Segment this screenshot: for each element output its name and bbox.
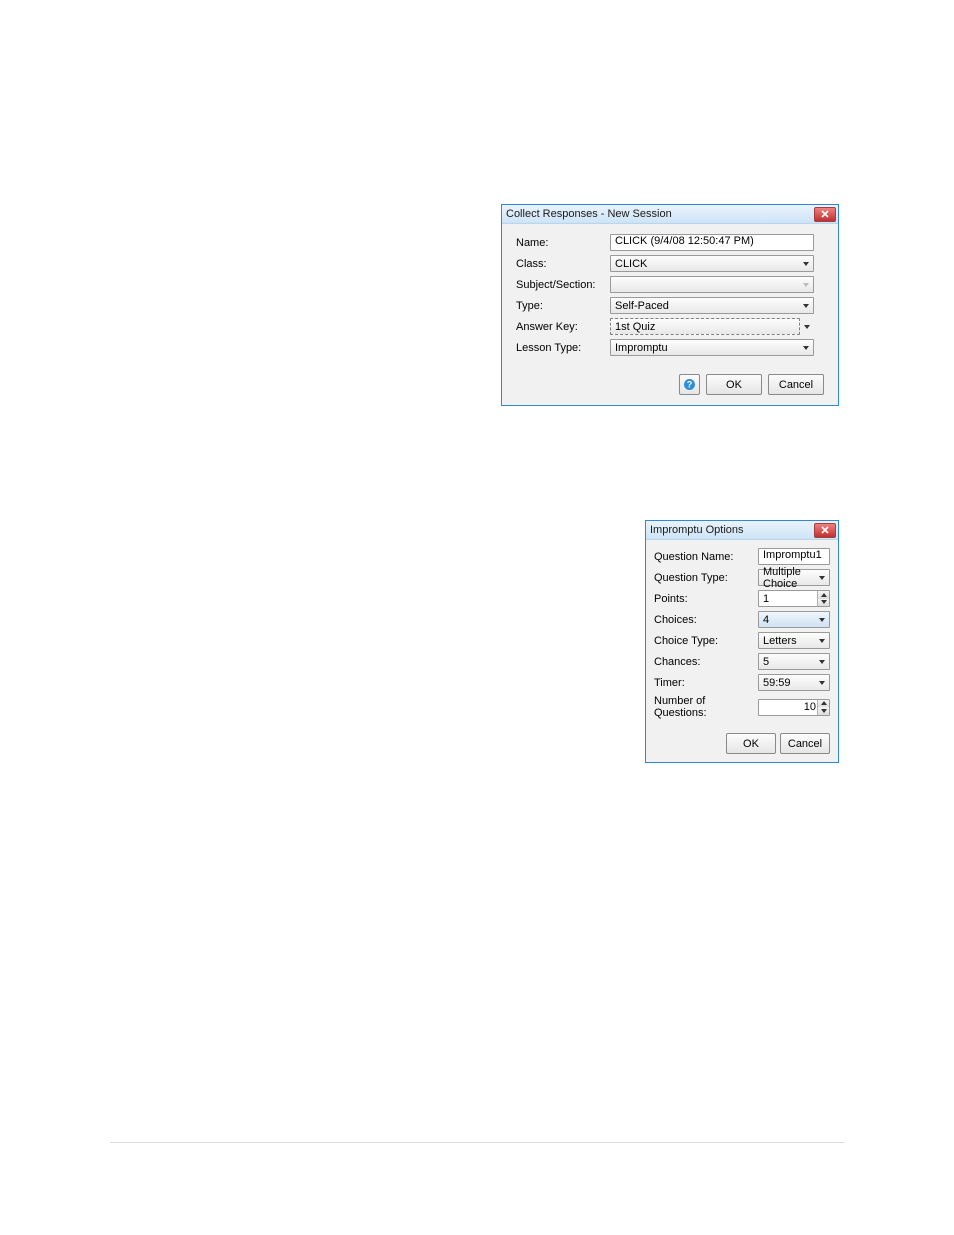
- type-select[interactable]: Self-Paced: [610, 297, 814, 314]
- chevron-down-icon: [818, 679, 826, 687]
- name-input[interactable]: CLICK (9/4/08 12:50:47 PM): [610, 234, 814, 251]
- dialog-button-bar: OK Cancel: [654, 723, 830, 754]
- class-select[interactable]: CLICK: [610, 255, 814, 272]
- spinner-down[interactable]: [818, 707, 829, 715]
- row-name: Name: CLICK (9/4/08 12:50:47 PM): [516, 234, 824, 251]
- row-lessontype: Lesson Type: Impromptu: [516, 339, 824, 356]
- chances-value: 5: [763, 656, 769, 668]
- chevron-down-icon: [818, 637, 826, 645]
- help-icon: ?: [683, 378, 696, 391]
- chevron-down-icon: [818, 574, 826, 582]
- row-qname: Question Name: Impromptu1: [654, 548, 830, 565]
- qname-value: Impromptu1: [763, 549, 822, 561]
- spinner-up[interactable]: [818, 700, 829, 708]
- label-lessontype: Lesson Type:: [516, 342, 610, 354]
- impromptu-options-dialog: Impromptu Options Question Name: Impromp…: [645, 520, 839, 763]
- row-subject: Subject/Section:: [516, 276, 824, 293]
- close-icon: [821, 526, 829, 534]
- label-answerkey: Answer Key:: [516, 321, 610, 333]
- ok-button[interactable]: OK: [706, 374, 762, 395]
- qtype-value: Multiple Choice: [763, 566, 825, 590]
- row-choices: Choices: 4: [654, 611, 830, 628]
- choices-select[interactable]: 4: [758, 611, 830, 628]
- spinner-buttons[interactable]: [817, 591, 829, 606]
- lessontype-select[interactable]: Impromptu: [610, 339, 814, 356]
- row-choicetype: Choice Type: Letters: [654, 632, 830, 649]
- row-chances: Chances: 5: [654, 653, 830, 670]
- cancel-button[interactable]: Cancel: [780, 733, 830, 754]
- class-value: CLICK: [615, 258, 647, 270]
- choicetype-select[interactable]: Letters: [758, 632, 830, 649]
- spinner-buttons[interactable]: [817, 700, 829, 715]
- help-button[interactable]: ?: [679, 374, 700, 395]
- lessontype-value: Impromptu: [615, 342, 668, 354]
- spinner-up[interactable]: [818, 591, 829, 599]
- chevron-down-icon: [802, 281, 810, 289]
- page-divider: [110, 1142, 844, 1143]
- dialog-title: Impromptu Options: [650, 524, 814, 536]
- row-numq: Number of Questions: 10: [654, 695, 830, 719]
- close-icon: [821, 210, 829, 218]
- row-answerkey: Answer Key: 1st Quiz: [516, 318, 824, 335]
- label-chances: Chances:: [654, 656, 758, 668]
- type-value: Self-Paced: [615, 300, 669, 312]
- timer-value: 59:59: [763, 677, 791, 689]
- row-class: Class: CLICK: [516, 255, 824, 272]
- choices-value: 4: [763, 614, 769, 626]
- timer-select[interactable]: 59:59: [758, 674, 830, 691]
- label-class: Class:: [516, 258, 610, 270]
- collect-responses-dialog: Collect Responses - New Session Name: CL…: [501, 204, 839, 406]
- chevron-down-icon: [802, 302, 810, 310]
- choicetype-value: Letters: [763, 635, 797, 647]
- chevron-down-icon: [818, 658, 826, 666]
- answerkey-value: 1st Quiz: [615, 321, 655, 333]
- label-choicetype: Choice Type:: [654, 635, 758, 647]
- label-timer: Timer:: [654, 677, 758, 689]
- row-qtype: Question Type: Multiple Choice: [654, 569, 830, 586]
- spinner-down[interactable]: [818, 599, 829, 607]
- answerkey-button[interactable]: 1st Quiz: [610, 318, 800, 335]
- dialog-button-bar: ? OK Cancel: [516, 360, 824, 395]
- numq-value: 10: [763, 701, 817, 713]
- ok-button[interactable]: OK: [726, 733, 776, 754]
- label-choices: Choices:: [654, 614, 758, 626]
- numq-spinner[interactable]: 10: [758, 699, 830, 716]
- label-numq: Number of Questions:: [654, 695, 758, 719]
- svg-text:?: ?: [687, 380, 693, 390]
- chances-select[interactable]: 5: [758, 653, 830, 670]
- name-value: CLICK (9/4/08 12:50:47 PM): [615, 235, 754, 247]
- label-qname: Question Name:: [654, 551, 758, 563]
- qname-input[interactable]: Impromptu1: [758, 548, 830, 565]
- chevron-down-icon: [802, 260, 810, 268]
- dialog-titlebar: Impromptu Options: [646, 521, 838, 540]
- chevron-down-icon: [818, 616, 826, 624]
- row-type: Type: Self-Paced: [516, 297, 824, 314]
- label-name: Name:: [516, 237, 610, 249]
- label-type: Type:: [516, 300, 610, 312]
- dialog-titlebar: Collect Responses - New Session: [502, 205, 838, 224]
- row-timer: Timer: 59:59: [654, 674, 830, 691]
- points-spinner[interactable]: 1: [758, 590, 830, 607]
- dialog-title: Collect Responses - New Session: [506, 208, 814, 220]
- answerkey-dropdown[interactable]: [800, 323, 814, 331]
- chevron-down-icon: [802, 344, 810, 352]
- close-button[interactable]: [814, 523, 836, 538]
- label-points: Points:: [654, 593, 758, 605]
- row-points: Points: 1: [654, 590, 830, 607]
- points-value: 1: [763, 593, 769, 605]
- label-qtype: Question Type:: [654, 572, 758, 584]
- dialog-body: Name: CLICK (9/4/08 12:50:47 PM) Class: …: [502, 224, 838, 405]
- close-button[interactable]: [814, 207, 836, 222]
- dialog-body: Question Name: Impromptu1 Question Type:…: [646, 540, 838, 762]
- label-subject: Subject/Section:: [516, 279, 610, 291]
- qtype-select[interactable]: Multiple Choice: [758, 569, 830, 586]
- subject-select[interactable]: [610, 276, 814, 293]
- cancel-button[interactable]: Cancel: [768, 374, 824, 395]
